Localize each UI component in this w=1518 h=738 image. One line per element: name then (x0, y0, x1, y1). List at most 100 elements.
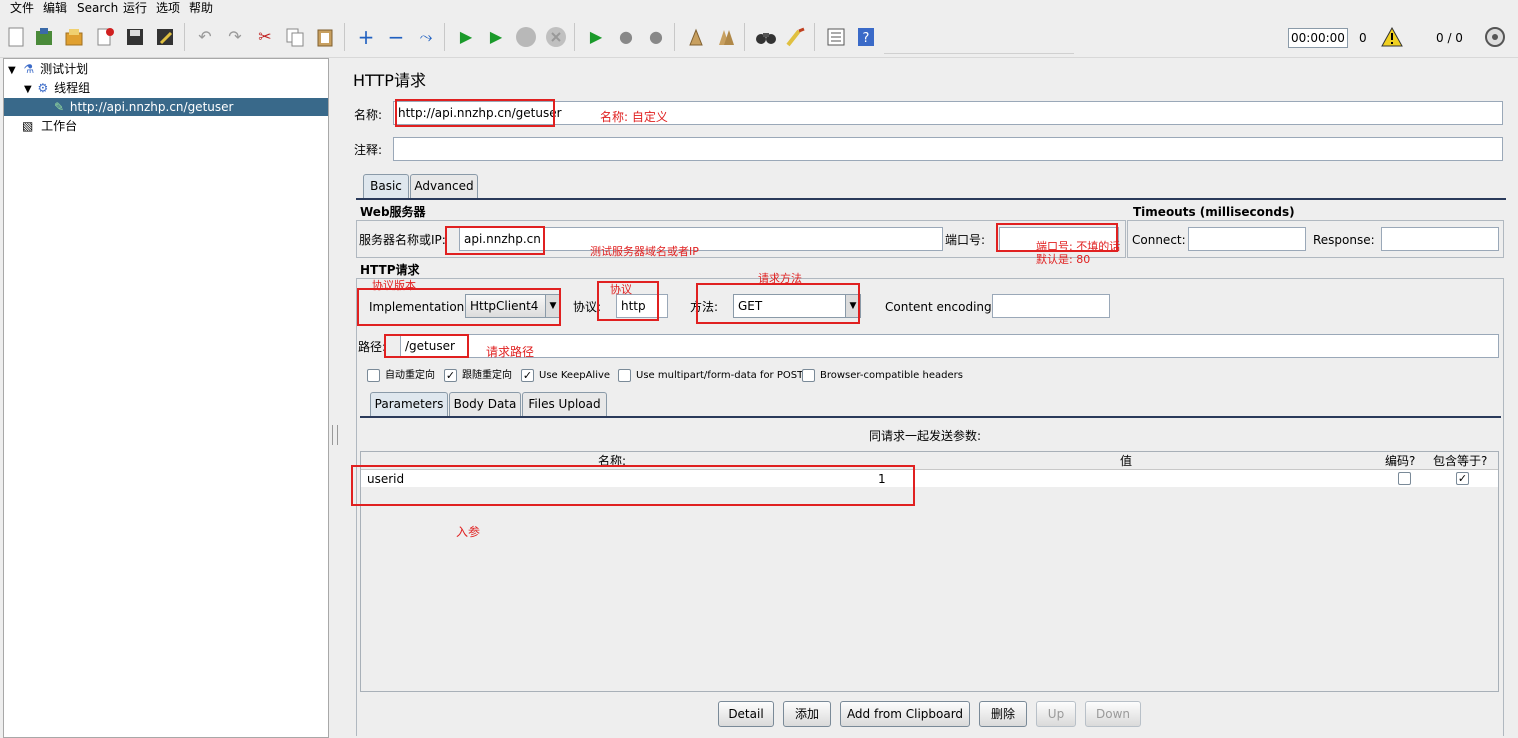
browser-headers-checkbox[interactable] (802, 369, 815, 382)
include-equals-checkbox[interactable]: ✓ (1456, 472, 1469, 485)
svg-text:?: ? (863, 31, 870, 46)
remote-status-icon (1483, 25, 1507, 49)
threads-ratio: 0 / 0 (1436, 31, 1463, 45)
annotation-port-note-2: 默认是: 80 (1036, 253, 1091, 266)
tab-basic[interactable]: Basic (363, 174, 409, 198)
save-icon[interactable] (123, 25, 147, 49)
help-icon[interactable]: ? (854, 25, 878, 49)
annotation-box-protocol (597, 281, 659, 321)
undo-icon[interactable]: ↶ (193, 25, 217, 49)
active-threads-count: 0 (1359, 31, 1367, 45)
menu-run[interactable]: 运行 (123, 1, 147, 15)
clear-icon[interactable] (684, 25, 708, 49)
flask-icon: ⚗ (23, 62, 35, 76)
column-header-value: 值 (1120, 454, 1133, 468)
templates-icon[interactable] (32, 25, 56, 49)
search-icon[interactable] (754, 25, 778, 49)
splitter-handle[interactable] (332, 425, 338, 445)
encode-checkbox[interactable] (1398, 472, 1411, 485)
paste-icon[interactable] (313, 25, 337, 49)
expand-arrow-icon[interactable]: ▼ (8, 65, 16, 76)
start-no-pause-icon[interactable]: ▶ (484, 25, 508, 49)
save-as-icon[interactable] (153, 25, 177, 49)
expand-icon[interactable]: + (354, 25, 378, 49)
down-button[interactable]: Down (1085, 701, 1141, 727)
tree-item-workbench[interactable]: ▧ 工作台 (22, 117, 326, 135)
tree-item-thread-group[interactable]: ▼ ⚙ 线程组 (24, 79, 326, 97)
delete-button[interactable]: 删除 (979, 701, 1027, 727)
add-from-clipboard-button[interactable]: Add from Clipboard (840, 701, 970, 727)
warning-icon[interactable] (1380, 25, 1404, 49)
tree-item-http-request[interactable]: ✎ http://api.nnzhp.cn/getuser (4, 98, 328, 116)
multipart-label: Use multipart/form-data for POST (636, 370, 804, 381)
clear-all-icon[interactable] (714, 25, 738, 49)
content-encoding-field[interactable] (992, 294, 1110, 318)
expand-arrow-icon[interactable]: ▼ (24, 84, 32, 95)
menu-options[interactable]: 选项 (156, 1, 180, 15)
shutdown-icon[interactable] (544, 25, 568, 49)
multipart-checkbox[interactable] (618, 369, 631, 382)
browser-headers-label: Browser-compatible headers (820, 370, 963, 381)
detail-button[interactable]: Detail (718, 701, 774, 727)
tab-parameters[interactable]: Parameters (370, 392, 448, 416)
menu-bar: 文件 编辑 Search 运行 选项 帮助 (0, 0, 1518, 17)
add-button[interactable]: 添加 (783, 701, 831, 727)
web-server-title: Web服务器 (360, 205, 426, 219)
comment-label: 注释: (354, 143, 383, 157)
cut-icon[interactable]: ✂ (253, 25, 277, 49)
remote-start-icon[interactable]: ▶ (584, 25, 608, 49)
tree-item-label: 测试计划 (40, 62, 89, 76)
follow-redirect-checkbox[interactable]: ✓ (444, 369, 457, 382)
tab-advanced[interactable]: Advanced (410, 174, 478, 198)
annotation-name-note: 名称: 自定义 (600, 110, 668, 124)
function-helper-icon[interactable] (824, 25, 848, 49)
annotation-server-note: 测试服务器域名或者IP (590, 245, 699, 258)
connect-label: Connect: (1132, 233, 1186, 247)
remote-stop-icon[interactable]: ● (614, 25, 638, 49)
annotation-box-implementation (357, 288, 561, 326)
http-request-panel: HTTP请求 名称: http://api.nnzhp.cn/getuser 注… (342, 58, 1518, 736)
path-field[interactable]: /getuser (400, 334, 1499, 358)
open-icon[interactable] (62, 25, 86, 49)
path-label: 路径: (358, 340, 387, 354)
tab-body-data[interactable]: Body Data (449, 392, 521, 416)
tree-item-test-plan[interactable]: ▼ ⚗ 测试计划 (8, 60, 326, 78)
annotation-path-note: 请求路径 (486, 345, 535, 359)
menu-help[interactable]: 帮助 (189, 1, 213, 15)
menu-file[interactable]: 文件 (10, 1, 34, 15)
new-icon[interactable] (4, 25, 28, 49)
name-label: 名称: (354, 108, 383, 122)
test-plan-tree: ▼ ⚗ 测试计划 ▼ ⚙ 线程组 ✎ http://api.nnzhp.cn/g… (3, 58, 329, 738)
redo-icon[interactable]: ↷ (223, 25, 247, 49)
start-icon[interactable]: ▶ (454, 25, 478, 49)
workbench-icon: ▧ (22, 119, 34, 133)
connect-timeout-field[interactable] (1188, 227, 1306, 251)
up-button[interactable]: Up (1036, 701, 1076, 727)
response-timeout-field[interactable] (1381, 227, 1499, 251)
keepalive-checkbox[interactable]: ✓ (521, 369, 534, 382)
server-label: 服务器名称或IP: (359, 233, 446, 247)
menu-edit[interactable]: 编辑 (43, 1, 67, 15)
name-field[interactable]: http://api.nnzhp.cn/getuser (393, 101, 1503, 125)
tab-files-upload[interactable]: Files Upload (522, 392, 607, 416)
annotation-box-path (384, 334, 469, 358)
param-tab-underline (360, 416, 1501, 418)
pipette-icon: ✎ (54, 100, 65, 114)
stop-icon[interactable] (514, 25, 538, 49)
reset-search-icon[interactable] (784, 25, 808, 49)
menu-search[interactable]: Search (77, 1, 118, 15)
port-label: 端口号: (945, 233, 986, 247)
toggle-icon[interactable]: ⤳ (414, 25, 438, 49)
annotation-box-params (351, 465, 915, 506)
remote-shutdown-icon[interactable]: ● (644, 25, 668, 49)
auto-redirect-checkbox[interactable] (367, 369, 380, 382)
annotation-port-note-1: 端口号: 不填的话 (1036, 240, 1121, 253)
copy-icon[interactable] (283, 25, 307, 49)
close-file-icon[interactable] (93, 25, 117, 49)
keepalive-label: Use KeepAlive (539, 370, 611, 381)
comment-field[interactable] (393, 137, 1503, 161)
collapse-icon[interactable]: − (384, 25, 408, 49)
column-header-include-equals: 包含等于? (1433, 454, 1488, 468)
timeouts-title: Timeouts (milliseconds) (1133, 205, 1295, 219)
column-header-encode: 编码? (1385, 454, 1416, 468)
